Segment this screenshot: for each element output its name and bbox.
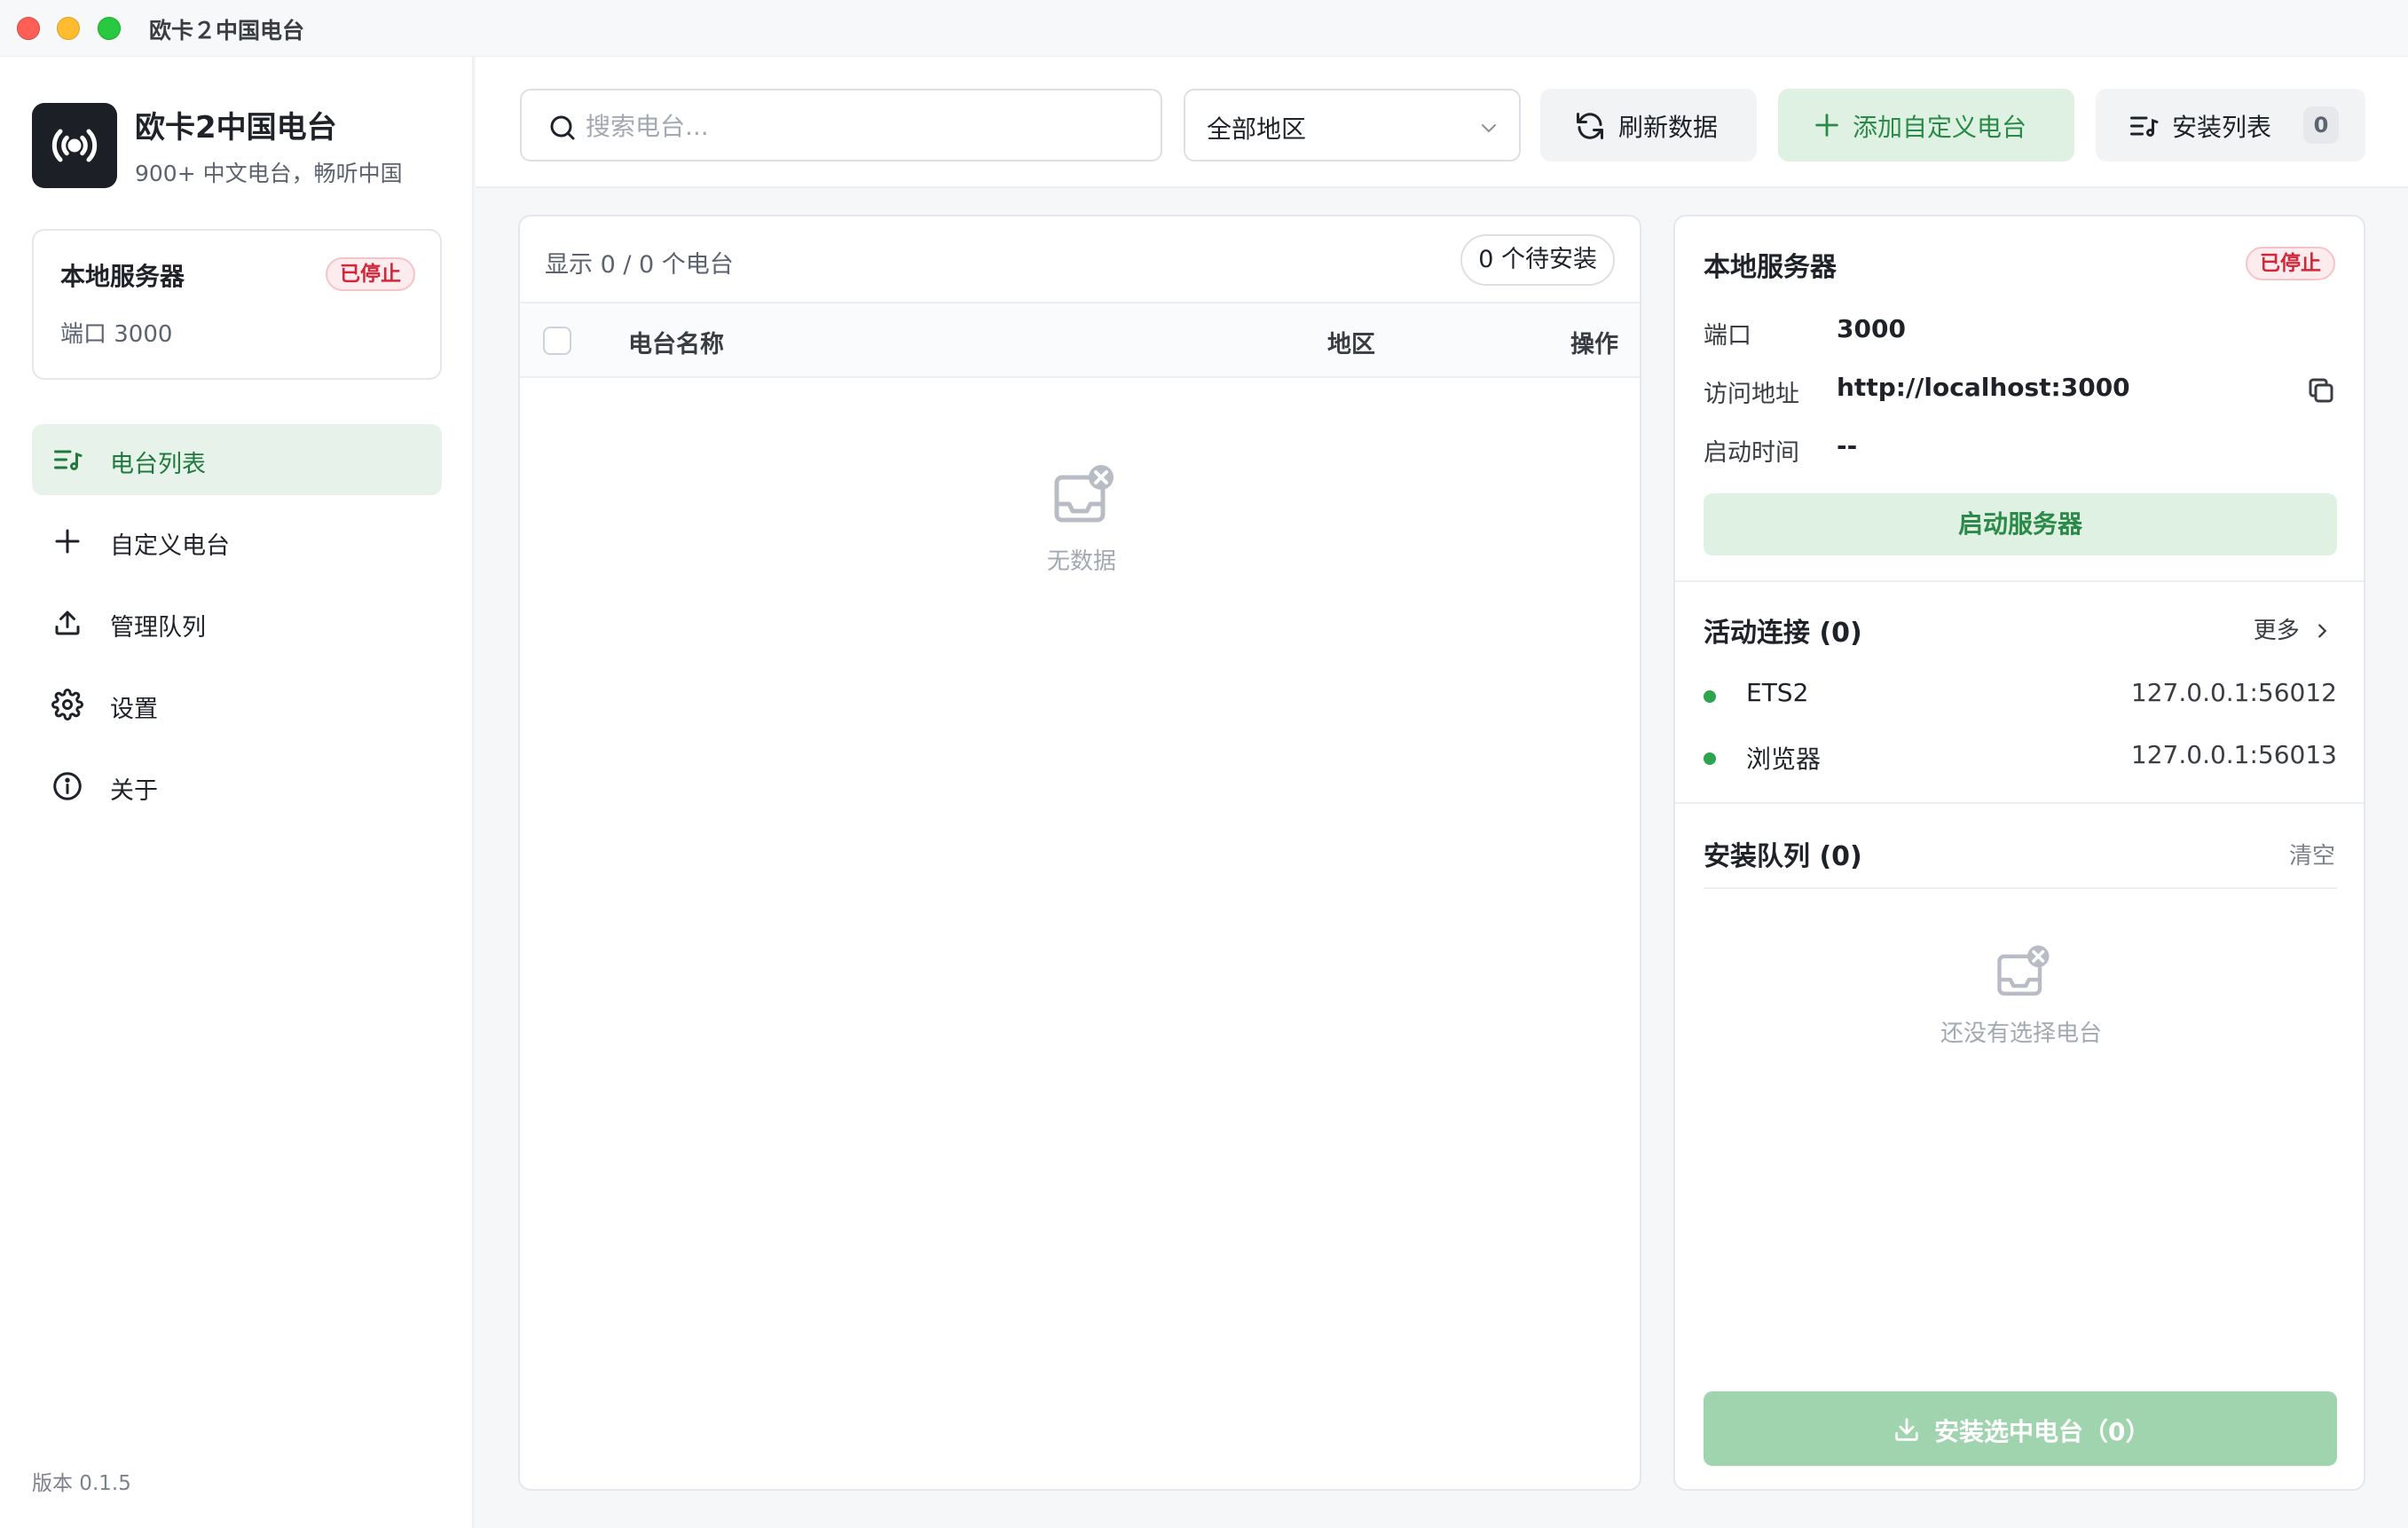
section-divider [1704, 887, 2337, 889]
sidebar-item-manage-queue[interactable]: 管理队列 [32, 587, 442, 658]
port-label: 端口 [1704, 322, 1751, 350]
region-select-value: 全部地区 [1207, 114, 1307, 144]
sidebar-item-label: 管理队列 [110, 614, 206, 642]
server-status-badge: 已停止 [326, 257, 415, 291]
showing-count: 显示 0 / 0 个电台 [545, 251, 734, 279]
connection-name: ETS2 [1746, 678, 1809, 707]
connection-item: ETS2 127.0.0.1:56012 [1704, 678, 2337, 713]
section-divider [1675, 580, 2364, 582]
install-list-label: 安装列表 [2172, 113, 2272, 142]
start-server-button[interactable]: 启动服务器 [1704, 493, 2337, 555]
server-section-title: 本地服务器 [1704, 252, 1837, 283]
connection-name: 浏览器 [1746, 744, 1822, 774]
sidebar-item-label: 设置 [110, 696, 158, 723]
port-value: 3000 [1837, 314, 1906, 343]
start-time-label: 启动时间 [1704, 439, 1799, 467]
info-icon [53, 772, 82, 800]
online-status-dot [1704, 752, 1716, 765]
station-list-panel: 显示 0 / 0 个电台 0 个待安装 电台名称 地区 操作 无数据 [518, 215, 1641, 1491]
download-icon [1895, 1418, 1918, 1441]
search-input[interactable] [586, 106, 1136, 146]
connection-address: 127.0.0.1:56013 [2130, 740, 2337, 769]
title-bar: 欧卡２中国电台 [0, 0, 2408, 57]
select-all-checkbox[interactable] [543, 327, 571, 355]
start-time-value: -- [1837, 431, 1858, 461]
top-toolbar: 全部地区 刷新数据 添加自定义电台 [476, 57, 2408, 188]
table-header: 电台名称 地区 操作 [520, 303, 1640, 378]
install-list-button[interactable]: 安装列表 0 [2096, 89, 2365, 161]
refresh-data-button[interactable]: 刷新数据 [1540, 89, 1757, 161]
empty-state: 无数据 [993, 461, 1170, 576]
sidebar-item-label: 自定义电台 [110, 532, 230, 560]
server-status-card: 本地服务器 已停止 端口 3000 [32, 229, 442, 380]
column-header-actions: 操作 [1570, 331, 1618, 358]
sidebar-item-about[interactable]: 关于 [32, 751, 442, 822]
sidebar-item-station-list[interactable]: 电台列表 [32, 424, 442, 495]
install-list-count: 0 [2303, 106, 2339, 144]
app-version: 版本 0.1.5 [32, 1472, 131, 1495]
app-window: 欧卡２中国电台 欧卡2中国电台 900+ 中文电台，畅听中国 本地服务器 已停止… [0, 0, 2408, 1528]
app-logo [32, 103, 117, 188]
connection-item: 浏览器 127.0.0.1:56013 [1704, 740, 2337, 776]
list-music-icon [2130, 116, 2159, 137]
clear-queue-link[interactable]: 清空 [2289, 838, 2335, 870]
add-custom-station-button[interactable]: 添加自定义电台 [1778, 89, 2074, 161]
empty-inbox-icon [1997, 945, 2050, 996]
window-title: 欧卡２中国电台 [149, 18, 305, 43]
radio-broadcast-icon [51, 129, 98, 162]
refresh-icon [1577, 113, 1603, 139]
sidebar-item-label: 关于 [110, 777, 158, 805]
server-card-title: 本地服务器 [60, 262, 185, 291]
install-selected-button[interactable]: 安装选中电台（0） [1704, 1391, 2337, 1466]
list-music-icon [54, 450, 83, 470]
minimize-window-button[interactable] [57, 17, 80, 40]
plus-icon [1815, 114, 1838, 137]
copy-icon[interactable] [2305, 374, 2337, 406]
sidebar-item-settings[interactable]: 设置 [32, 669, 442, 740]
chevron-down-icon [1482, 124, 1496, 133]
sidebar-nav: 电台列表 自定义电台 管理队列 设置 关于 [32, 424, 442, 832]
online-status-dot [1704, 690, 1716, 703]
connections-title: 活动连接 (0) [1704, 618, 1862, 649]
list-header: 显示 0 / 0 个电台 0 个待安装 [520, 217, 1640, 303]
right-panel: 本地服务器 已停止 端口 3000 访问地址 http://localhost:… [1673, 215, 2365, 1491]
section-divider [1675, 802, 2364, 804]
more-link-label: 更多 [2253, 618, 2300, 644]
app-name: 欧卡2中国电台 [135, 110, 337, 146]
refresh-data-label: 刷新数据 [1618, 113, 1719, 142]
sidebar-item-label: 电台列表 [110, 451, 206, 478]
install-queue-title: 安装队列 (0) [1704, 841, 1862, 872]
empty-inbox-icon [1054, 465, 1114, 523]
connection-address: 127.0.0.1:56012 [2130, 678, 2337, 707]
app-subtitle: 900+ 中文电台，畅听中国 [135, 161, 403, 186]
url-value: http://localhost:3000 [1837, 373, 2130, 402]
column-header-station-name: 电台名称 [628, 331, 724, 358]
region-select[interactable]: 全部地区 [1184, 89, 1521, 161]
connections-more-link[interactable]: 更多 [2254, 612, 2332, 645]
upload-icon [55, 610, 80, 635]
chevron-right-icon [2318, 624, 2327, 638]
gear-icon [51, 689, 83, 721]
search-icon [550, 115, 575, 140]
zoom-window-button[interactable] [98, 17, 121, 40]
url-label: 访问地址 [1704, 381, 1799, 408]
pending-install-badge: 0 个待安装 [1460, 234, 1615, 286]
server-status-badge: 已停止 [2246, 247, 2335, 280]
sidebar: 欧卡2中国电台 900+ 中文电台，畅听中国 本地服务器 已停止 端口 3000… [0, 57, 474, 1528]
server-card-port: 端口 3000 [60, 321, 173, 348]
plus-icon [55, 529, 80, 554]
install-selected-label: 安装选中电台（0） [1934, 1417, 2151, 1446]
sidebar-item-custom-station[interactable]: 自定义电台 [32, 506, 442, 577]
empty-state-text: 无数据 [1046, 548, 1116, 575]
search-box [520, 89, 1162, 161]
queue-empty-state: 还没有选择电台 [1888, 942, 2154, 1048]
add-custom-station-label: 添加自定义电台 [1853, 113, 2027, 142]
close-window-button[interactable] [17, 17, 40, 40]
column-header-region: 地区 [1327, 331, 1375, 358]
queue-empty-text: 还没有选择电台 [1940, 1020, 2102, 1047]
